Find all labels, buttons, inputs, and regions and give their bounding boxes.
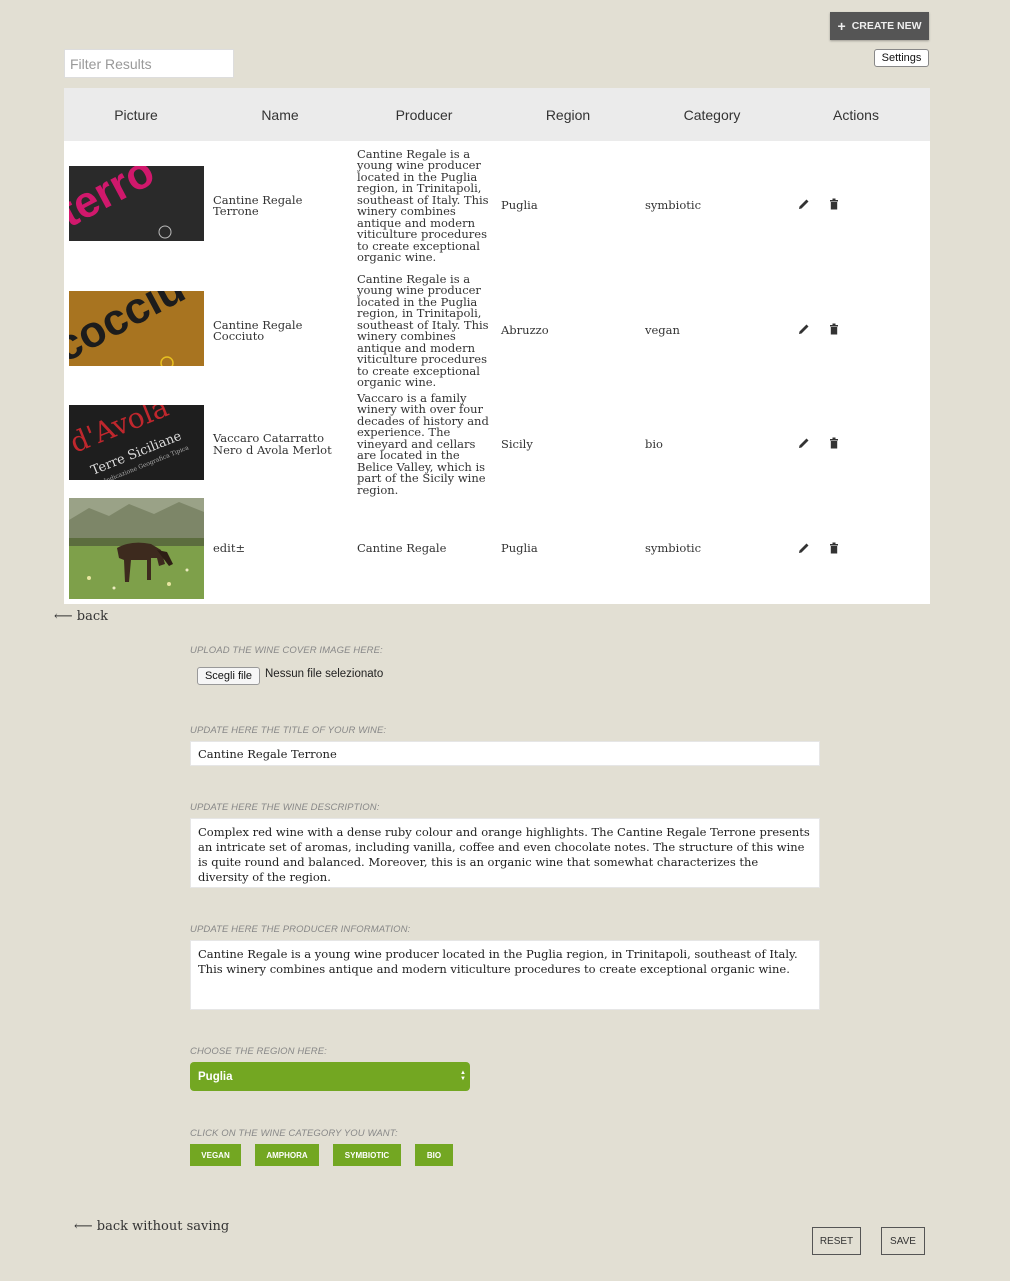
- wine-region: Sicily: [501, 436, 533, 451]
- producer-value: Cantine Regale is a young wine producer …: [198, 947, 798, 976]
- title-value: Cantine Regale Terrone: [198, 747, 337, 761]
- producer-textarea[interactable]: Cantine Regale is a young wine producer …: [190, 940, 820, 1010]
- wine-table: Picture Name Producer Region Category Ac…: [64, 88, 930, 604]
- title-input[interactable]: Cantine Regale Terrone: [190, 741, 820, 766]
- description-label: UPDATE HERE THE WINE DESCRIPTION:: [190, 802, 380, 813]
- wine-region: Abruzzo: [501, 323, 549, 338]
- table-row: d'Avola Terre Siciliane Indicazione Geog…: [64, 390, 930, 497]
- wine-region: Puglia: [501, 198, 538, 213]
- table-header: Picture Name Producer Region Category Ac…: [64, 88, 930, 141]
- category-label: CLICK ON THE WINE CATEGORY YOU WANT:: [190, 1128, 398, 1139]
- delete-icon[interactable]: [828, 198, 840, 210]
- delete-icon[interactable]: [828, 323, 840, 335]
- file-status: Nessun file selezionato: [265, 668, 384, 680]
- wine-name: edit±: [213, 540, 246, 555]
- wine-producer: Cantine Regale is a young wine producer …: [357, 146, 489, 264]
- column-header-producer[interactable]: Producer: [352, 88, 496, 141]
- settings-button[interactable]: Settings: [874, 49, 929, 67]
- upload-label: UPLOAD THE WINE COVER IMAGE HERE:: [190, 645, 383, 656]
- column-header-region[interactable]: Region: [496, 88, 640, 141]
- delete-icon[interactable]: [828, 542, 840, 554]
- description-value: Complex red wine with a dense ruby colou…: [198, 825, 810, 884]
- back-link[interactable]: ⟵ back: [54, 609, 108, 624]
- create-new-label: CREATE NEW: [851, 20, 922, 32]
- save-button[interactable]: SAVE: [881, 1227, 925, 1255]
- wine-producer: Cantine Regale is a young wine producer …: [357, 271, 489, 389]
- category-button-vegan[interactable]: VEGAN: [190, 1144, 241, 1166]
- description-textarea[interactable]: Complex red wine with a dense ruby colou…: [190, 818, 820, 888]
- category-button-bio[interactable]: BIO: [415, 1144, 453, 1166]
- column-header-actions: Actions: [833, 106, 879, 123]
- select-arrows-icon: ▲ ▼: [460, 1070, 466, 1082]
- wine-category: vegan: [645, 323, 680, 338]
- back-without-saving-link[interactable]: ⟵ back without saving: [74, 1219, 229, 1234]
- wine-name: Vaccaro Catarratto Nero d Avola Merlot: [213, 431, 332, 457]
- table-row: cocciu Cantine Regale Cocciuto Cantine R…: [64, 271, 930, 391]
- wine-region: Puglia: [501, 540, 538, 555]
- filter-placeholder: Filter Results: [70, 56, 152, 72]
- wine-name: Cantine Regale Terrone: [213, 192, 303, 218]
- reset-button[interactable]: RESET: [812, 1227, 861, 1255]
- edit-icon[interactable]: [798, 323, 810, 335]
- choose-file-button[interactable]: Scegli file: [197, 667, 260, 685]
- wine-category: symbiotic: [645, 198, 702, 213]
- wine-picture: [69, 498, 204, 599]
- filter-input[interactable]: Filter Results: [64, 49, 234, 78]
- wine-producer: Cantine Regale: [357, 540, 447, 555]
- region-label: CHOOSE THE REGION HERE:: [190, 1046, 327, 1057]
- title-label: UPDATE HERE THE TITLE OF YOUR WINE:: [190, 725, 387, 736]
- table-row: edit± Cantine Regale Puglia symbiotic: [64, 497, 930, 600]
- region-selected-value: Puglia: [198, 1070, 233, 1083]
- category-button-symbiotic[interactable]: SYMBIOTIC: [333, 1144, 401, 1166]
- wine-producer: Vaccaro is a family winery with over fou…: [357, 390, 489, 497]
- create-new-button[interactable]: + CREATE NEW: [830, 12, 929, 40]
- wine-category: bio: [645, 436, 663, 451]
- column-header-category[interactable]: Category: [640, 88, 784, 141]
- column-header-name[interactable]: Name: [208, 88, 352, 141]
- table-row: terro Cantine Regale Terrone Cantine Reg…: [64, 146, 930, 266]
- column-header-picture[interactable]: Picture: [64, 88, 208, 141]
- region-select[interactable]: Puglia ▲ ▼: [190, 1062, 470, 1091]
- delete-icon[interactable]: [828, 437, 840, 449]
- wine-picture: cocciu: [69, 291, 204, 366]
- wine-name: Cantine Regale Cocciuto: [213, 317, 303, 343]
- category-button-amphora[interactable]: AMPHORA: [255, 1144, 319, 1166]
- edit-icon[interactable]: [798, 437, 810, 449]
- edit-icon[interactable]: [798, 198, 810, 210]
- wine-category: symbiotic: [645, 540, 702, 555]
- producer-label: UPDATE HERE THE PRODUCER INFORMATION:: [190, 924, 411, 935]
- plus-icon: +: [837, 18, 846, 34]
- wine-picture: d'Avola Terre Siciliane Indicazione Geog…: [69, 405, 204, 480]
- wine-picture: terro: [69, 166, 204, 241]
- edit-icon[interactable]: [798, 542, 810, 554]
